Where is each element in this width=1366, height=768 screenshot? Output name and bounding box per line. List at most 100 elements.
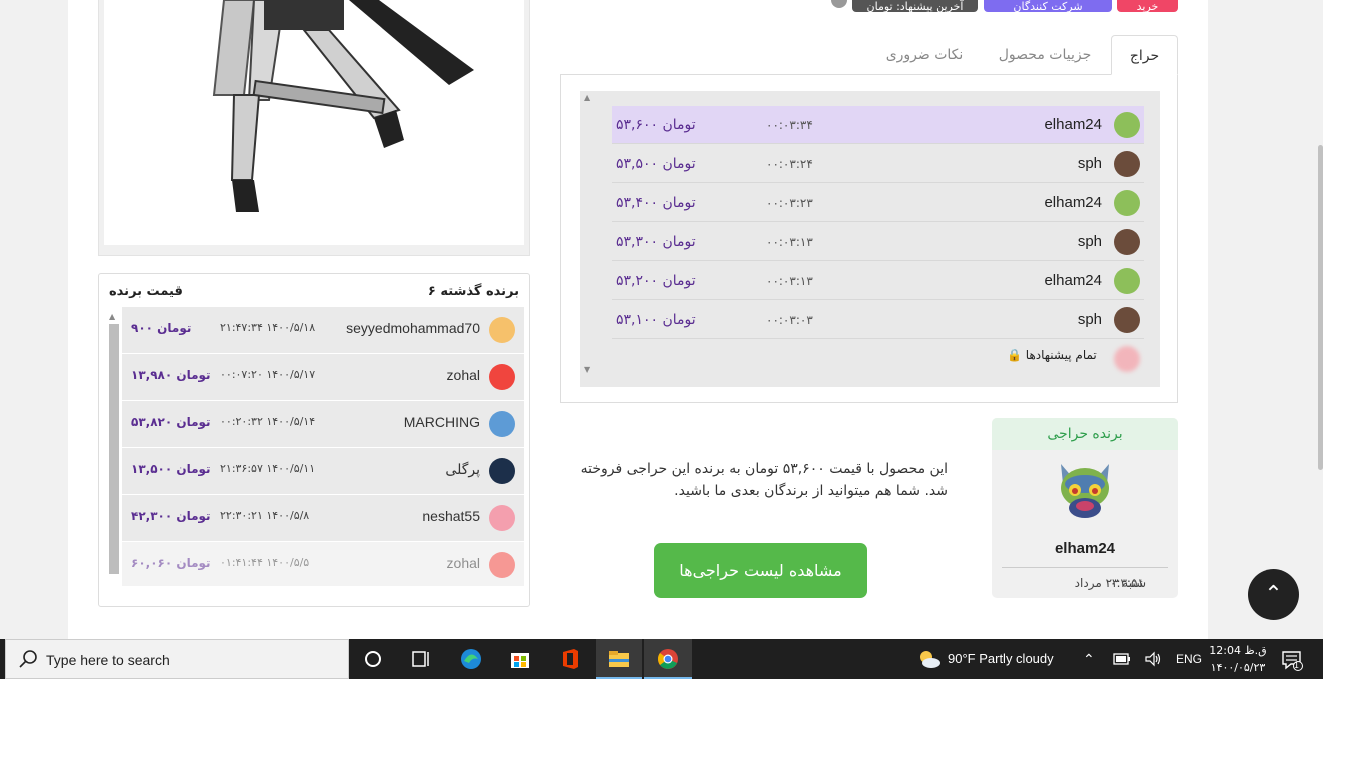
auction-tabs: حراج جزییات محصول نکات ضروری — [561, 35, 1178, 75]
scroll-up-icon[interactable]: ▲ — [109, 312, 115, 321]
tab-auction[interactable]: حراج — [1111, 35, 1178, 75]
taskbar-search[interactable]: Type here to search — [5, 639, 349, 679]
scroll-to-top-button[interactable]: ⌃ — [1248, 569, 1299, 620]
scroll-down-icon[interactable]: ▼ — [584, 365, 590, 374]
winner-date: ۰۰:۲۰:۳۲ ۱۴۰۰/۵/۱۴ — [220, 415, 316, 428]
folder-icon — [609, 651, 629, 667]
winner-row: MARCHING ۰۰:۲۰:۳۲ ۱۴۰۰/۵/۱۴ ۵۳,۸۲۰ تومان — [122, 401, 524, 447]
search-placeholder: Type here to search — [46, 652, 170, 668]
windows-taskbar: Type here to search 90°F Partly cloudy ⌃… — [0, 639, 1323, 679]
clock-time: 12:04 ق.ظ — [1209, 644, 1267, 657]
bid-price: ۵۳,۳۰۰ تومان — [616, 234, 696, 250]
winner-price: ۱۳,۹۸۰ تومان — [131, 368, 211, 382]
winner-price: ۹۰۰ تومان — [131, 321, 192, 335]
office-icon[interactable] — [557, 647, 583, 671]
active-indicator — [644, 677, 692, 679]
cortana-icon[interactable] — [360, 647, 386, 671]
winner-price: ۱۳,۵۰۰ تومان — [131, 462, 211, 476]
search-icon — [19, 650, 37, 668]
past-winners-panel: ۶ برنده گذشته قیمت برنده ▲ seyyedmohamma… — [98, 273, 530, 607]
bid-price: ۵۳,۵۰۰ تومان — [616, 156, 696, 172]
bid-row: elham24 ۰۰:۰۳:۲۳ ۵۳,۴۰۰ تومان — [612, 184, 1144, 222]
winner-user: پرگلی — [445, 461, 480, 477]
volume-icon[interactable] — [1144, 651, 1162, 667]
bids-list[interactable]: ▲ ▼ elham24 ۰۰:۰۳:۳۴ ۵۳,۶۰۰ تومان sph ۰۰… — [580, 91, 1160, 387]
clock[interactable]: 12:04 ق.ظ ۱۴۰۰/۰۵/۲۳ — [1207, 642, 1269, 676]
bid-price: ۵۳,۲۰۰ تومان — [616, 273, 696, 289]
winner-row: zohal ۰۰:۰۷:۲۰ ۱۴۰۰/۵/۱۷ ۱۳,۹۸۰ تومان — [122, 354, 524, 400]
store-icon[interactable] — [507, 647, 533, 671]
last-bid-badge: آخرین پیشنهاد: تومان — [852, 0, 978, 12]
winner-user: neshat55 — [422, 508, 480, 524]
bid-time: ۰۰:۰۳:۳۴ — [766, 118, 813, 132]
notification-center-icon[interactable] — [1280, 649, 1306, 671]
all-bids-link[interactable]: 🔒 تمام پیشنهادها — [1007, 348, 1097, 362]
winner-row: پرگلی ۲۱:۳۶:۵۷ ۱۴۰۰/۵/۱۱ ۱۳,۵۰۰ تومان — [122, 448, 524, 494]
active-indicator — [596, 677, 642, 679]
dragon-avatar-icon — [1114, 190, 1140, 216]
bid-user: elham24 — [1044, 194, 1102, 211]
chevron-up-icon: ⌃ — [1264, 582, 1283, 607]
bid-time: ۰۰:۰۳:۱۳ — [766, 235, 813, 249]
lock-icon: 🔒 — [1007, 348, 1022, 362]
bid-row: sph ۰۰:۰۳:۲۴ ۵۳,۵۰۰ تومان — [612, 145, 1144, 183]
notification-count: 1 — [1294, 661, 1300, 670]
divider — [1002, 567, 1168, 568]
bid-user: elham24 — [1044, 272, 1102, 289]
battery-icon[interactable] — [1113, 652, 1131, 666]
winner-price: ۴۲,۳۰۰ تومان — [131, 509, 211, 523]
edge-icon[interactable] — [458, 647, 484, 671]
winner-row: neshat55 ۲۲:۳۰:۲۱ ۱۴۰۰/۵/۸ ۴۲,۳۰۰ تومان — [122, 495, 524, 541]
partly-cloudy-icon[interactable] — [916, 648, 942, 670]
winner-price: ۵۳,۸۲۰ تومان — [131, 415, 211, 429]
chevron-up-icon[interactable]: ⌃ — [1083, 639, 1095, 679]
file-explorer-button[interactable] — [596, 639, 642, 679]
user-avatar-icon — [489, 317, 515, 343]
buy-badge[interactable]: خرید — [1117, 0, 1178, 12]
scroll-up-icon[interactable]: ▲ — [584, 93, 590, 102]
tab-important-notes[interactable]: نکات ضروری — [877, 35, 972, 75]
winners-scrollbar-thumb[interactable] — [109, 324, 119, 574]
auction-description: این محصول با قیمت ۵۳,۶۰۰ تومان به برنده … — [580, 461, 948, 499]
view-auctions-list-button[interactable]: مشاهده لیست حراجی‌ها — [654, 543, 867, 598]
past-winners-title: ۶ برنده گذشته — [427, 284, 519, 299]
page-scrollbar-thumb[interactable] — [1318, 145, 1323, 470]
winner-time: ۰:۳:۵۱ — [1110, 576, 1144, 590]
participants-badge: شرکت کنندگان — [984, 0, 1112, 12]
auction-winner-card: برنده حراجی elham24 شنبه ۲۳ مرداد ۰:۳:۵۱ — [992, 418, 1178, 598]
winner-date: ۰۰:۰۷:۲۰ ۱۴۰۰/۵/۱۷ — [220, 368, 316, 381]
weather-text[interactable]: 90°F Partly cloudy — [948, 639, 1054, 679]
bid-user: sph — [1077, 155, 1102, 172]
bid-row: elham24 ۰۰:۰۳:۳۴ ۵۳,۶۰۰ تومان — [612, 106, 1144, 144]
winner-price: ۶۰,۰۶۰ تومان — [131, 556, 211, 570]
dragon-avatar-icon — [1114, 268, 1140, 294]
bid-time: ۰۰:۰۳:۱۳ — [766, 274, 813, 288]
language-indicator[interactable]: ENG — [1176, 639, 1202, 679]
user-avatar-icon — [1114, 151, 1140, 177]
bid-price: ۵۳,۶۰۰ تومان — [616, 117, 696, 133]
winner-user: zohal — [446, 367, 480, 383]
winner-user: zohal — [446, 555, 480, 571]
bid-time: ۰۰:۰۳:۰۳ — [766, 313, 813, 327]
winners-scrollbar[interactable]: ▲ — [107, 312, 119, 590]
product-image — [104, 0, 524, 245]
bid-row: elham24 ۰۰:۰۳:۱۳ ۵۳,۲۰۰ تومان — [612, 262, 1144, 300]
winner-date: ۲۱:۳۶:۵۷ ۱۴۰۰/۵/۱۱ — [220, 462, 316, 475]
dragon-avatar-icon — [1114, 112, 1140, 138]
bid-time: ۰۰:۰۳:۲۴ — [766, 157, 813, 171]
tab-product-details[interactable]: جزییات محصول — [989, 35, 1101, 75]
winner-user: seyyedmohammad70 — [346, 320, 480, 336]
winner-row: seyyedmohammad70 ۲۱:۴۷:۳۴ ۱۴۰۰/۵/۱۸ ۹۰۰ … — [122, 307, 524, 353]
user-avatar-icon — [489, 552, 515, 578]
clock-date: ۱۴۰۰/۰۵/۲۳ — [1210, 661, 1266, 674]
winner-price-title: قیمت برنده — [109, 284, 183, 299]
blank-area — [1323, 639, 1366, 679]
chrome-button[interactable] — [644, 639, 692, 679]
user-avatar-icon — [1114, 229, 1140, 255]
user-avatar-icon — [489, 411, 515, 437]
bid-user: sph — [1077, 233, 1102, 250]
bid-user: sph — [1077, 311, 1102, 328]
task-view-icon[interactable] — [408, 647, 434, 671]
user-avatar-icon — [489, 458, 515, 484]
chrome-icon — [658, 649, 678, 669]
